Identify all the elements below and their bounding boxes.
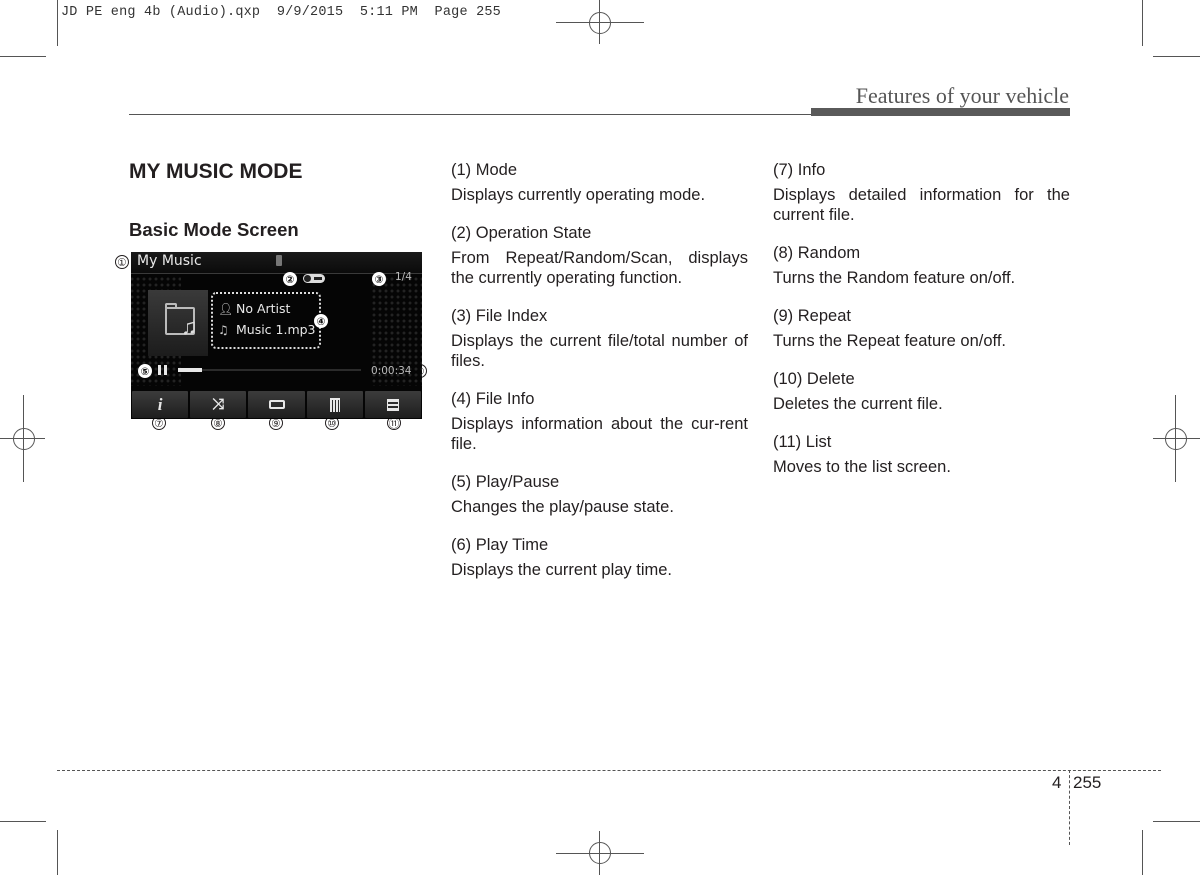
list-icon: [386, 398, 399, 411]
play-time: 0:00:34: [371, 365, 412, 377]
item-label: (7) Info: [773, 161, 826, 179]
file-name: Music 1.mp3: [235, 322, 316, 337]
pause-icon: [158, 365, 161, 375]
item-label: (6) Play Time: [451, 536, 549, 554]
person-icon: 👤︎: [218, 302, 234, 316]
screen-title-bar: My Music: [131, 252, 422, 274]
description-item: (8) Random Turns the Random feature on/of…: [773, 243, 1070, 288]
callout-5: ⑤: [138, 364, 152, 378]
item-desc: Turns the Random feature on/off.: [773, 269, 1016, 287]
item-desc: Displays information about the cur-rent …: [451, 415, 748, 453]
item-label: (2) Operation State: [451, 224, 592, 242]
page-title: MY MUSIC MODE: [129, 160, 303, 183]
usb-icon: [276, 255, 282, 266]
description-item: (9) Repeat Turns the Repeat feature on/of…: [773, 306, 1070, 351]
crop-mark: [1153, 821, 1200, 822]
item-desc: Displays the current file/total number o…: [451, 332, 748, 370]
item-label: (4) File Info: [451, 390, 535, 408]
artist-line: 👤︎ No Artist: [218, 301, 290, 316]
description-column-2: (7) Info Displays detailed information fo…: [773, 160, 1070, 495]
page-number: 255: [1073, 773, 1102, 792]
artist-name: No Artist: [235, 301, 291, 316]
footer-rule: [57, 770, 1161, 771]
callout-1: ①: [115, 255, 129, 269]
random-button[interactable]: ⤨: [190, 391, 247, 418]
header-rule: [129, 114, 811, 115]
print-slug: JD PE eng 4b (Audio).qxp 9/9/2015 5:11 P…: [61, 5, 501, 20]
footer-divider: [1069, 770, 1070, 845]
file-index: 1/4: [395, 271, 412, 283]
crop-mark: [1153, 56, 1200, 57]
crop-mark: [1142, 830, 1143, 875]
list-button[interactable]: [364, 391, 422, 418]
description-item: (7) Info Displays detailed information fo…: [773, 160, 1070, 225]
item-desc: Turns the Repeat feature on/off.: [773, 332, 1006, 350]
pause-icon: [164, 365, 167, 375]
header-bar: [811, 108, 1070, 116]
file-line: ♫ Music 1.mp3: [218, 322, 316, 337]
item-label: (5) Play/Pause: [451, 473, 560, 491]
mode-title: My Music: [137, 253, 202, 269]
description-item: (3) File Index Displays the current file/…: [451, 306, 748, 371]
item-desc: Changes the play/pause state.: [451, 498, 674, 516]
item-label: (3) File Index: [451, 307, 548, 325]
crop-mark: [57, 0, 58, 46]
item-label: (8) Random: [773, 244, 861, 262]
shuffle-icon: ⤨: [212, 396, 225, 413]
description-item: (11) List Moves to the list screen.: [773, 432, 1070, 477]
item-desc: Deletes the current file.: [773, 395, 943, 413]
description-item: (4) File Info Displays information about …: [451, 389, 748, 454]
music-note-icon: ♫: [218, 323, 229, 337]
progress-bar[interactable]: [178, 368, 361, 372]
item-label: (10) Delete: [773, 370, 855, 388]
description-column-1: (1) Mode Displays currently operating mod…: [451, 160, 748, 598]
description-item: (5) Play/Pause Changes the play/pause sta…: [451, 472, 748, 517]
description-item: (2) Operation State From Repeat/Random/Sc…: [451, 223, 748, 288]
section-title: Features of your vehicle: [855, 83, 1069, 108]
info-button[interactable]: i: [132, 391, 189, 418]
progress-fill: [178, 368, 202, 372]
subsection-title: Basic Mode Screen: [129, 219, 299, 240]
crop-mark: [57, 830, 58, 875]
item-label: (9) Repeat: [773, 307, 851, 325]
callout-3: ③: [372, 272, 386, 286]
description-item: (1) Mode Displays currently operating mod…: [451, 160, 748, 205]
item-desc: Displays detailed information for the cu…: [773, 186, 1070, 224]
description-item: (6) Play Time Displays the current play t…: [451, 535, 748, 580]
item-desc: Displays the current play time.: [451, 561, 673, 579]
trash-icon: [329, 398, 340, 412]
crop-mark: [0, 56, 46, 57]
info-icon: i: [157, 394, 163, 414]
repeat-icon: [268, 400, 285, 409]
chapter-number: 4: [1052, 773, 1062, 792]
callout-4: ④: [314, 314, 328, 328]
crop-mark: [0, 821, 46, 822]
music-note-icon: ♫: [181, 314, 198, 339]
callout-2: ②: [283, 272, 297, 286]
delete-button[interactable]: [306, 391, 363, 418]
control-bar: i ⤨: [131, 391, 422, 419]
item-label: (1) Mode: [451, 161, 518, 179]
item-desc: From Repeat/Random/Scan, displays the cu…: [451, 249, 748, 287]
description-item: (10) Delete Deletes the current file.: [773, 369, 1070, 414]
item-label: (11) List: [773, 433, 832, 451]
operation-state-icon: [303, 274, 325, 283]
pause-button[interactable]: [158, 365, 167, 375]
item-desc: Moves to the list screen.: [773, 458, 951, 476]
item-desc: Displays currently operating mode.: [451, 186, 706, 204]
repeat-button[interactable]: [248, 391, 305, 418]
music-screen: My Music ② ③ 1/4 ♫ 👤︎ No Artist ♫ Music …: [131, 252, 422, 419]
crop-mark: [1142, 0, 1143, 46]
